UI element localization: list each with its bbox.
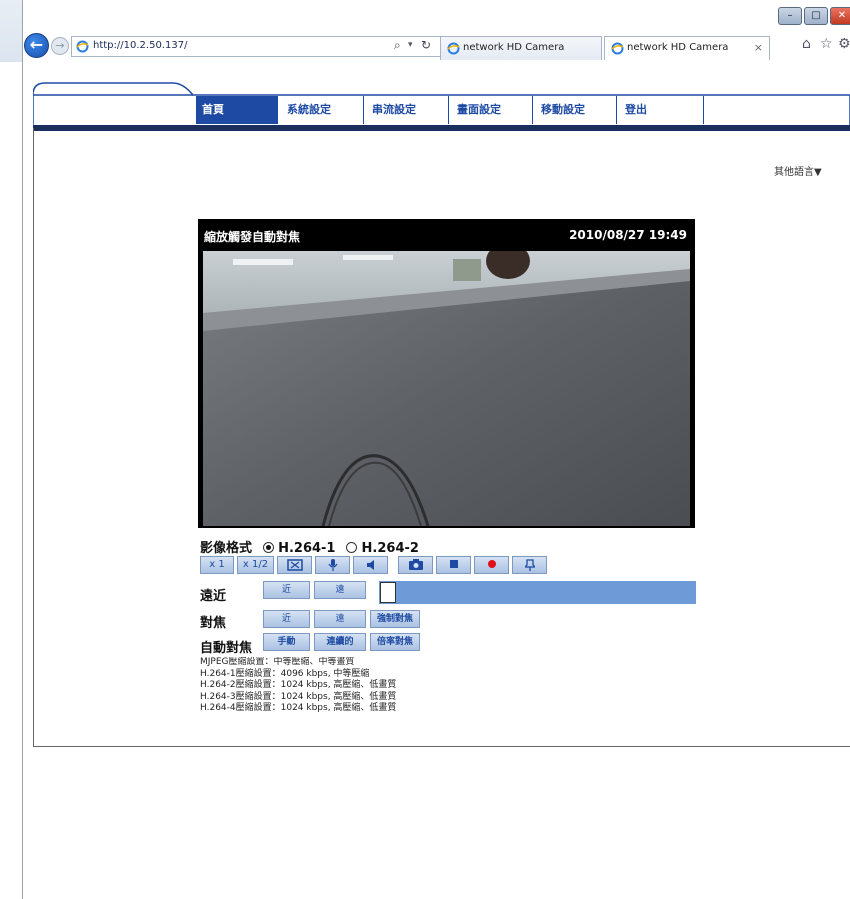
microphone-button[interactable] xyxy=(315,556,350,574)
nav-stream-settings[interactable]: 串流設定 xyxy=(366,96,448,124)
refresh-icon[interactable]: ↻ xyxy=(421,38,431,52)
autofocus-zoom-trigger-button[interactable]: 倍率對焦 xyxy=(370,633,420,651)
forward-arrow-icon: → xyxy=(55,39,65,52)
alarm-button[interactable] xyxy=(512,556,547,574)
status-line: MJPEG壓縮設置：中等壓縮、中等畫質 xyxy=(200,657,355,667)
address-text: http://10.2.50.137/ xyxy=(93,40,188,51)
status-line: H.264-2壓縮設置：1024 kbps, 高壓縮、低畫質 xyxy=(200,680,397,690)
focus-label: 對焦 xyxy=(200,616,227,631)
format-option-label: H.264-2 xyxy=(361,541,419,556)
microphone-icon xyxy=(328,559,337,571)
home-icon[interactable]: ⌂ xyxy=(802,36,811,52)
zoom-label: 遠近 xyxy=(200,589,227,604)
browser-tab-1[interactable]: network HD Camera xyxy=(440,36,602,60)
nav-motion-settings[interactable]: 移動設定 xyxy=(535,96,617,124)
status-line: H.264-4壓縮設置：1024 kbps, 高壓縮、低畫質 xyxy=(200,703,397,713)
ie-icon xyxy=(447,42,460,55)
nav-logout[interactable]: 登出 xyxy=(619,96,701,124)
language-selector[interactable]: 其他語言▼ xyxy=(774,163,822,178)
alarm-icon xyxy=(522,559,537,571)
favorites-star-icon[interactable]: ☆ xyxy=(820,36,833,52)
nav-separator xyxy=(616,96,617,124)
nav-system-settings[interactable]: 系統設定 xyxy=(281,96,363,124)
status-line: H.264-3壓縮設置：1024 kbps, 高壓縮、低畫質 xyxy=(200,691,397,702)
browser-tab-2[interactable]: network HD Camera × xyxy=(604,36,770,60)
minimize-button[interactable]: – xyxy=(778,7,802,25)
compression-status: MJPEG壓縮設置：中等壓縮、中等畫質 H.264-1壓縮設置：4096 kbp… xyxy=(200,657,600,727)
scale-half-button[interactable]: x 1/2 xyxy=(237,556,274,574)
force-focus-button[interactable]: 強制對焦 xyxy=(370,610,420,628)
autofocus-label: 自動對焦 xyxy=(200,641,253,656)
address-bar[interactable]: http://10.2.50.137/ ⌕ ▾ ↻ xyxy=(71,36,446,57)
fullscreen-button[interactable] xyxy=(277,556,312,574)
video-format-row: 影像格式 H.264-1 H.264-2 xyxy=(200,537,419,556)
video-timestamp: 2010/08/27 19:49 xyxy=(569,228,687,242)
focus-near-button[interactable]: 近 xyxy=(263,610,310,628)
ie-icon xyxy=(611,42,624,55)
nav-separator xyxy=(703,96,704,124)
ie-icon xyxy=(76,40,89,53)
focus-far-button[interactable]: 遠 xyxy=(314,610,366,628)
video-viewer: 縮放觸發自動對焦 2010/08/27 19:49 xyxy=(198,219,695,528)
back-arrow-icon: ← xyxy=(29,35,44,54)
zoom-slider[interactable] xyxy=(379,581,696,604)
zoom-far-button[interactable]: 遠 xyxy=(314,581,366,599)
stop-icon xyxy=(449,560,458,568)
dropdown-icon[interactable]: ▾ xyxy=(408,40,413,50)
status-line: H.264-1壓縮設置：4096 kbps, 中等壓縮 xyxy=(200,668,370,679)
snapshot-icon xyxy=(408,559,423,570)
close-window-button[interactable]: ✕ xyxy=(830,7,850,25)
stop-button[interactable] xyxy=(436,556,471,574)
maximize-button[interactable]: □ xyxy=(804,7,828,25)
format-option-label: H.264-1 xyxy=(278,541,336,556)
snapshot-button[interactable] xyxy=(398,556,433,574)
speaker-icon xyxy=(366,560,374,570)
back-button[interactable]: ← xyxy=(24,33,49,58)
format-label: 影像格式 xyxy=(200,541,253,556)
search-icon[interactable]: ⌕ xyxy=(394,38,401,53)
nav-display-settings[interactable]: 畫面設定 xyxy=(451,96,533,124)
nav-home[interactable]: 首頁 xyxy=(196,96,278,124)
fullscreen-icon xyxy=(286,559,303,571)
window-controls: – □ ✕ xyxy=(778,7,850,27)
record-button[interactable] xyxy=(474,556,509,574)
record-icon xyxy=(487,560,496,568)
speaker-button[interactable] xyxy=(353,556,388,574)
zoom-near-button[interactable]: 近 xyxy=(263,581,310,599)
camera-video-feed[interactable] xyxy=(203,251,690,526)
content-border-left xyxy=(33,128,34,747)
close-tab-icon[interactable]: × xyxy=(754,41,763,54)
autofocus-manual-button[interactable]: 手動 xyxy=(263,633,310,651)
nav-separator xyxy=(448,96,449,124)
tab-label: network HD Camera xyxy=(627,42,729,53)
video-title: 縮放觸發自動對焦 xyxy=(204,230,301,244)
zoom-slider-thumb[interactable] xyxy=(380,582,396,603)
tab-label: network HD Camera xyxy=(463,42,565,53)
gear-icon[interactable]: ⚙ xyxy=(838,36,850,52)
content-border-bottom xyxy=(33,746,850,747)
scale-1x-button[interactable]: x 1 xyxy=(200,556,234,574)
nav-separator xyxy=(363,96,364,124)
format-radio-h264-2[interactable] xyxy=(346,542,358,553)
autofocus-continuous-button[interactable]: 連續的 xyxy=(314,633,366,651)
nav-separator xyxy=(532,96,533,124)
forward-button[interactable]: → xyxy=(51,37,69,55)
format-radio-h264-1[interactable] xyxy=(262,542,274,553)
